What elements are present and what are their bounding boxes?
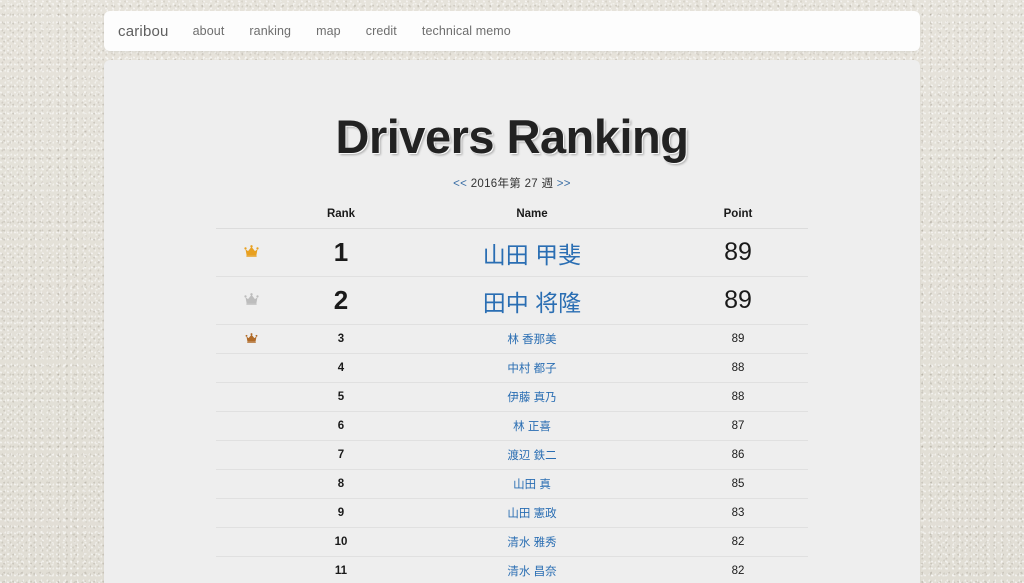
point-value: 85	[668, 469, 808, 499]
point-value: 89	[668, 276, 808, 325]
table-row: 5 伊藤 真乃 88	[216, 382, 808, 412]
th-name: Name	[396, 207, 668, 229]
driver-name-cell: 清水 昌奈	[396, 556, 668, 583]
nav-item-technical-memo[interactable]: technical memo	[422, 24, 511, 38]
crown-cell	[216, 382, 286, 412]
week-label: 2016年第 27 週	[470, 178, 554, 190]
nav-item-credit[interactable]: credit	[366, 24, 397, 38]
th-crown	[216, 207, 286, 229]
driver-name-cell: 伊藤 真乃	[396, 382, 668, 412]
crown-cell	[216, 498, 286, 528]
driver-name-cell: 山田 憲政	[396, 498, 668, 528]
table-row: 9 山田 憲政 83	[216, 498, 808, 528]
point-value: 87	[668, 411, 808, 441]
driver-name-link[interactable]: 渡辺 鉄二	[507, 450, 556, 462]
point-value: 88	[668, 353, 808, 383]
table-row: 8 山田 真 85	[216, 469, 808, 499]
table-row: 10 清水 雅秀 82	[216, 527, 808, 557]
driver-name-link[interactable]: 林 正喜	[513, 421, 551, 433]
point-value: 89	[668, 228, 808, 277]
rank-value: 5	[286, 382, 396, 412]
driver-name-cell: 林 香那美	[396, 324, 668, 354]
table-header-row: Rank Name Point	[216, 207, 808, 229]
point-value: 88	[668, 382, 808, 412]
driver-name-cell: 渡辺 鉄二	[396, 440, 668, 470]
driver-name-link[interactable]: 林 香那美	[507, 334, 556, 346]
driver-name-link[interactable]: 清水 昌奈	[507, 566, 556, 578]
point-value: 89	[668, 324, 808, 354]
crown-icon	[243, 244, 259, 257]
driver-name-cell: 山田 甲斐	[396, 228, 668, 277]
next-week-link[interactable]: >>	[557, 178, 571, 190]
brand-logo[interactable]: caribou	[118, 23, 169, 40]
driver-name-link[interactable]: 山田 甲斐	[483, 242, 581, 268]
crown-cell	[216, 440, 286, 470]
ranking-table: Rank Name Point 1 山田 甲斐 89 2 田中 将隆 89 3 林 香那美 89…	[216, 207, 808, 583]
table-body: 1 山田 甲斐 89 2 田中 将隆 89 3 林 香那美 89 4 中村 都子 88 5 伊藤 真乃 88…	[216, 228, 808, 583]
crown-cell	[216, 276, 286, 325]
crown-cell	[216, 469, 286, 499]
nav-item-ranking[interactable]: ranking	[249, 24, 291, 38]
page-title: Drivers Ranking	[335, 110, 689, 163]
rank-value: 6	[286, 411, 396, 441]
driver-name-link[interactable]: 山田 憲政	[507, 508, 556, 520]
rank-value: 1	[286, 228, 396, 277]
driver-name-cell: 田中 将隆	[396, 276, 668, 325]
crown-cell	[216, 228, 286, 277]
ranking-table-wrapper: Rank Name Point 1 山田 甲斐 89 2 田中 将隆 89 3 林 香那美 89…	[216, 207, 808, 583]
table-header: Rank Name Point	[216, 207, 808, 229]
rank-value: 9	[286, 498, 396, 528]
point-value: 82	[668, 527, 808, 557]
nav-item-map[interactable]: map	[316, 24, 341, 38]
navbar: caribou about ranking map credit technic…	[104, 11, 920, 51]
week-selector: << 2016年第 27 週 >>	[104, 175, 920, 191]
table-row: 6 林 正喜 87	[216, 411, 808, 441]
driver-name-cell: 清水 雅秀	[396, 527, 668, 557]
table-row: 11 清水 昌奈 82	[216, 556, 808, 583]
point-value: 82	[668, 556, 808, 583]
prev-week-link[interactable]: <<	[453, 178, 467, 190]
rank-value: 11	[286, 556, 396, 583]
rank-value: 10	[286, 527, 396, 557]
crown-cell	[216, 353, 286, 383]
point-value: 86	[668, 440, 808, 470]
rank-value: 3	[286, 324, 396, 354]
crown-cell	[216, 324, 286, 354]
th-rank: Rank	[286, 207, 396, 229]
driver-name-cell: 林 正喜	[396, 411, 668, 441]
rank-value: 2	[286, 276, 396, 325]
driver-name-link[interactable]: 田中 将隆	[483, 290, 581, 316]
driver-name-link[interactable]: 清水 雅秀	[507, 537, 556, 549]
crown-cell	[216, 527, 286, 557]
crown-cell	[216, 556, 286, 583]
rank-value: 7	[286, 440, 396, 470]
point-value: 83	[668, 498, 808, 528]
table-row: 4 中村 都子 88	[216, 353, 808, 383]
driver-name-link[interactable]: 伊藤 真乃	[507, 392, 556, 404]
rank-value: 4	[286, 353, 396, 383]
table-row: 3 林 香那美 89	[216, 324, 808, 354]
nav-item-about[interactable]: about	[193, 24, 225, 38]
driver-name-link[interactable]: 中村 都子	[507, 363, 556, 375]
crown-icon	[245, 333, 258, 343]
table-row: 7 渡辺 鉄二 86	[216, 440, 808, 470]
crown-icon	[243, 292, 259, 305]
driver-name-link[interactable]: 山田 真	[513, 479, 551, 491]
driver-name-cell: 中村 都子	[396, 353, 668, 383]
driver-name-cell: 山田 真	[396, 469, 668, 499]
crown-cell	[216, 411, 286, 441]
table-row: 1 山田 甲斐 89	[216, 228, 808, 277]
table-row: 2 田中 将隆 89	[216, 276, 808, 325]
page-root: caribou about ranking map credit technic…	[0, 0, 1024, 583]
rank-value: 8	[286, 469, 396, 499]
th-point: Point	[668, 207, 808, 229]
content-panel: Drivers Ranking << 2016年第 27 週 >> Rank N…	[104, 60, 920, 583]
